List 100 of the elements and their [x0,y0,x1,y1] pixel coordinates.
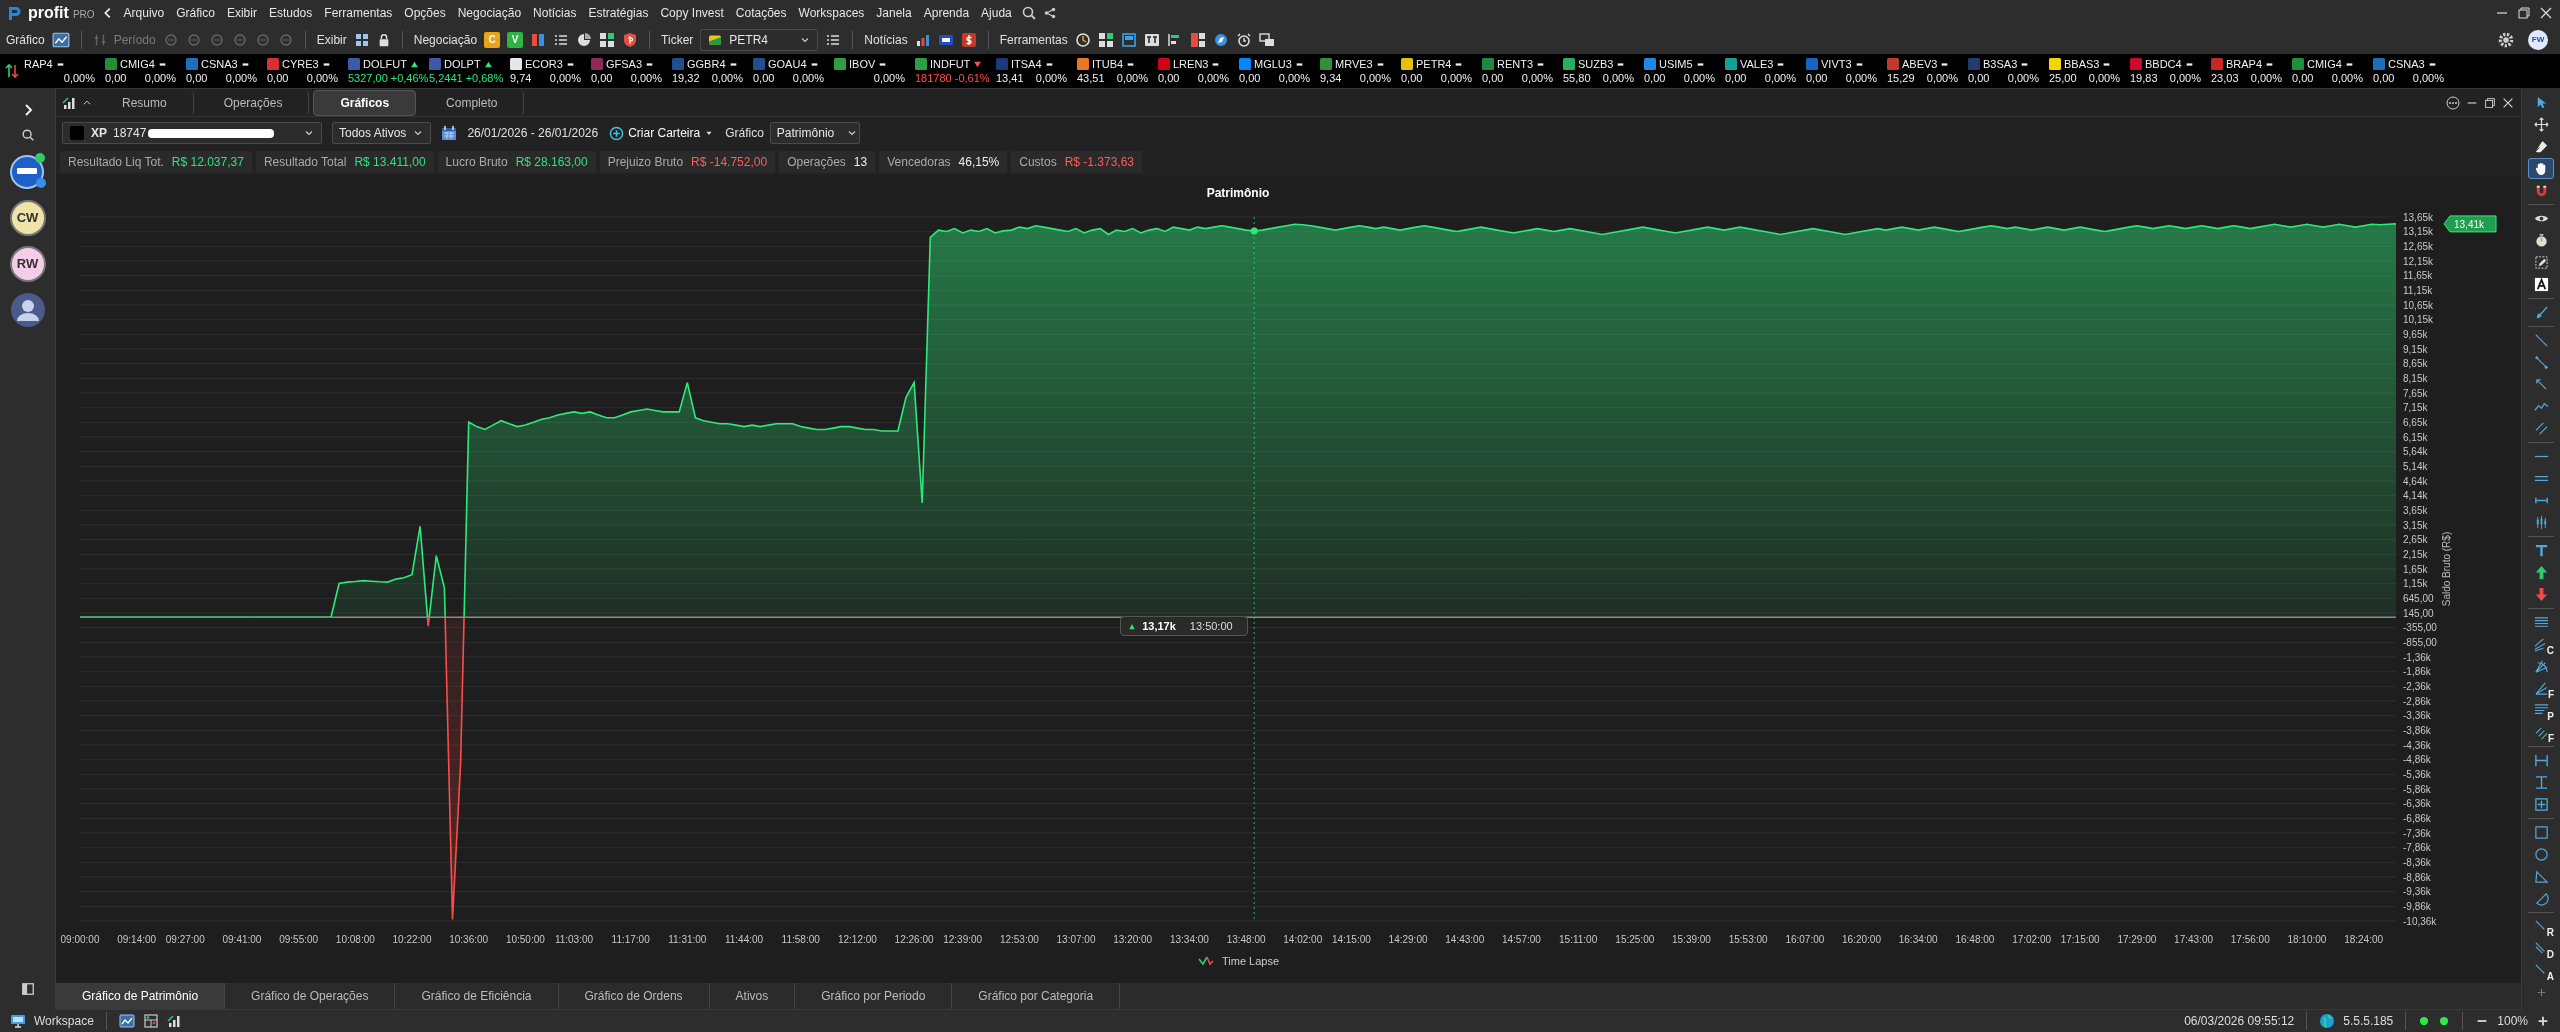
book-icon[interactable] [530,32,547,48]
close-icon[interactable] [2538,5,2554,21]
bar-chart-icon[interactable] [914,32,931,48]
menu-item[interactable]: Workspaces [795,4,868,22]
avatar-placeholder-icon[interactable] [9,292,46,328]
ticker-symbol[interactable]: BBAS3 [2064,57,2100,71]
ticker-symbol[interactable]: PETR4 [1416,57,1452,71]
restore-icon[interactable] [2516,5,2532,21]
drawing-tool-button[interactable]: A [2528,960,2554,981]
settings-icon[interactable] [2497,31,2515,49]
panel-tab[interactable]: Operações [197,90,310,115]
create-portfolio-button[interactable]: Criar Carteira [608,123,716,143]
ticker-symbol[interactable]: CMIG4 [120,57,155,71]
bottom-tab[interactable]: Ativos [709,983,796,1009]
chart-icon[interactable] [62,94,78,111]
line-chart-icon[interactable] [51,31,70,49]
drawing-tool-button[interactable]: F [2528,722,2554,743]
menu-item[interactable]: Exibir [223,4,260,22]
date-range[interactable]: 26/01/2026 - 26/01/2026 [467,124,599,142]
ticker-symbol[interactable]: LREN3 [1173,57,1209,71]
more-options-icon[interactable] [2445,94,2461,111]
drawing-tool-button[interactable]: P [2528,700,2554,721]
monitor-icon[interactable] [10,1013,26,1029]
account-dropdown[interactable]: XP 18747 [62,122,322,144]
tiles-icon[interactable] [599,32,616,48]
text-box-icon[interactable] [1143,32,1160,48]
workspace-label[interactable]: Workspace [34,1012,94,1030]
calendar-icon[interactable] [441,125,458,141]
panel-tab[interactable]: Completo [420,90,525,115]
dollar-icon[interactable] [960,32,977,48]
pie-chart-icon[interactable] [576,32,593,48]
bar-chart-icon[interactable] [166,1013,183,1029]
ticker-symbol[interactable]: MRVE3 [1335,57,1373,71]
menu-item[interactable]: Arquivo [120,4,168,22]
search-icon[interactable] [20,128,35,142]
restore-icon[interactable] [2483,95,2497,110]
account-avatar[interactable]: CW [9,200,46,236]
tv-icon[interactable] [937,32,954,48]
tiles-icon[interactable] [1097,32,1114,48]
bottom-tab[interactable]: Gráfico de Patrimônio [56,983,226,1009]
ticker-symbol[interactable]: INDFUT [930,57,971,71]
bottom-tab[interactable]: Gráfico por Categoria [952,983,1121,1009]
ticker-symbol[interactable]: DOLPT [444,57,481,71]
menu-item[interactable]: Estudos [265,4,316,22]
menu-item[interactable]: Gráfico [173,4,218,22]
panel-icon[interactable] [1120,32,1137,48]
ticker-symbol[interactable]: GFSA3 [606,57,643,71]
menu-item[interactable]: Ajuda [978,4,1015,22]
alarm-icon[interactable] [1235,32,1252,48]
menu-item[interactable]: Ferramentas [321,4,396,22]
zoom-in-icon[interactable] [2536,1014,2550,1028]
panel-tab[interactable]: Gráficos [313,89,417,116]
ticker-symbol[interactable]: DOLFUT [363,57,407,71]
menu-item[interactable]: Aprenda [920,4,973,22]
ticker-symbol[interactable]: ABEV3 [1902,57,1938,71]
menu-item[interactable]: Negociação [454,4,525,22]
clock-icon[interactable] [1074,32,1091,48]
ticker-symbol[interactable]: VALE3 [1740,57,1774,71]
user-avatar[interactable]: FW [2528,30,2548,50]
ticker-symbol[interactable]: B3SA3 [1983,57,2018,71]
ticker-symbol[interactable]: BRAP4 [2226,57,2263,71]
menu-item[interactable]: Notícias [530,4,580,22]
ticker-symbol[interactable]: MGLU3 [1254,57,1292,71]
list-icon[interactable] [825,32,842,48]
screens-icon[interactable] [1258,32,1275,48]
ticker-symbol[interactable]: ITSA4 [1011,57,1042,71]
ticker-symbol[interactable]: BBDC4 [2145,57,2182,71]
layout-icon[interactable] [142,1013,159,1029]
ticker-symbol[interactable]: ITUB4 [1092,57,1124,71]
ticker-symbol[interactable]: CMIG4 [2307,57,2342,71]
menu-item[interactable]: Estratégias [585,4,652,22]
grid-icon[interactable] [1189,32,1206,48]
ticker-symbol[interactable]: USIM5 [1659,57,1693,71]
chart-type-dropdown[interactable]: Patrimônio [769,122,860,144]
bottom-tab[interactable]: Gráfico de Operações [225,983,396,1009]
ticker-symbol[interactable]: CSNA3 [2388,57,2425,71]
account-avatar[interactable]: RW [9,246,46,282]
ticker-symbol[interactable]: VIVT3 [1821,57,1852,71]
ticker-symbol[interactable]: GOAU4 [768,57,807,71]
bottom-tab[interactable]: Gráfico de Eficiência [395,983,559,1009]
up-down-arrows-icon[interactable] [4,63,20,79]
share-icon[interactable] [1042,6,1057,20]
ticker-symbol[interactable]: CSNA3 [201,57,238,71]
bottom-tab[interactable]: Gráfico por Periodo [795,983,953,1009]
ticker-symbol[interactable]: RAP4 [24,57,53,71]
ticker-symbol[interactable]: ECOR3 [525,57,563,71]
bottom-tab[interactable]: Gráfico de Ordens [558,983,710,1009]
ticker-symbol[interactable]: IBOV [849,57,876,71]
panel-toggle-icon[interactable] [20,982,35,996]
line-chart-icon[interactable] [118,1013,135,1029]
drawing-tool-button[interactable]: C [2528,634,2554,655]
drawing-tool-button[interactable]: F [2528,678,2554,699]
ticker-symbol[interactable]: RENT3 [1497,57,1534,71]
compass-icon[interactable] [1212,32,1229,48]
panel-tab[interactable]: Resumo [96,90,194,115]
menu-item[interactable]: Copy Invest [657,4,727,22]
list-icon[interactable] [553,32,570,48]
ticker-symbol[interactable]: CYRE3 [282,57,319,71]
scope-dropdown[interactable]: Todos Ativos [332,122,432,144]
ticker-dropdown[interactable]: PETR4 [700,29,819,51]
